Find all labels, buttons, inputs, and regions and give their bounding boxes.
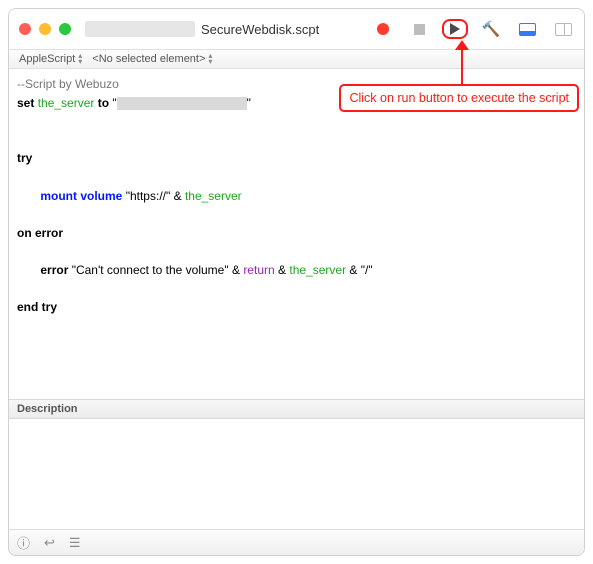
callout-box: Click on run button to execute the scrip… bbox=[339, 84, 579, 112]
str-errmsg: "Can't connect to the volume" bbox=[72, 263, 229, 277]
description-header: Description bbox=[9, 399, 584, 419]
kw-set: set bbox=[17, 96, 34, 110]
kw-onerror: on error bbox=[17, 226, 63, 240]
code-editor[interactable]: --Script by Webuzo set the_server to "" … bbox=[9, 69, 584, 399]
kw-return: return bbox=[243, 263, 274, 277]
maximize-icon[interactable] bbox=[59, 23, 71, 35]
navigation-bar: AppleScript ▴▾ <No selected element> ▴▾ bbox=[9, 49, 584, 69]
run-button-highlight bbox=[442, 19, 468, 39]
title-redacted bbox=[85, 21, 195, 37]
split-icon bbox=[555, 23, 572, 36]
titlebar: SecureWebdisk.scpt 🔨 bbox=[9, 9, 584, 49]
panel-icon bbox=[519, 23, 536, 36]
stop-button[interactable] bbox=[406, 18, 432, 40]
window-title: SecureWebdisk.scpt bbox=[201, 22, 319, 37]
record-button[interactable] bbox=[370, 18, 396, 40]
bottom-panel-button[interactable] bbox=[514, 18, 540, 40]
updown-icon: ▴▾ bbox=[78, 53, 82, 65]
amp4: & bbox=[349, 263, 357, 277]
callout-text: Click on run button to execute the scrip… bbox=[349, 91, 569, 105]
element-selector[interactable]: <No selected element> ▴▾ bbox=[88, 53, 216, 65]
list-icon[interactable]: ☰ bbox=[69, 535, 81, 551]
kw-error: error bbox=[40, 263, 68, 277]
compile-button[interactable]: 🔨 bbox=[478, 18, 504, 40]
amp2: & bbox=[232, 263, 240, 277]
description-body[interactable] bbox=[9, 419, 584, 529]
minimize-icon[interactable] bbox=[39, 23, 51, 35]
var-server3: the_server bbox=[289, 263, 346, 277]
var-server2: the_server bbox=[185, 189, 242, 203]
kw-to: to bbox=[98, 96, 109, 110]
updown-icon: ▴▾ bbox=[208, 53, 212, 65]
toolbar-right: 🔨 bbox=[370, 18, 576, 40]
run-button[interactable] bbox=[450, 23, 460, 35]
amp1: & bbox=[174, 189, 182, 203]
callout-arrow-head-icon bbox=[455, 40, 469, 50]
element-label: <No selected element> bbox=[92, 53, 205, 65]
kw-try: try bbox=[17, 151, 32, 165]
str-slash: "/" bbox=[361, 263, 373, 277]
amp3: & bbox=[278, 263, 286, 277]
footer-bar: ⓘ ↩ ☰ bbox=[9, 529, 584, 555]
kw-endtry: end try bbox=[17, 300, 57, 314]
language-label: AppleScript bbox=[19, 53, 75, 65]
stop-icon bbox=[414, 24, 425, 35]
var-server: the_server bbox=[38, 96, 95, 110]
redacted-server bbox=[117, 97, 247, 110]
accessibility-icon[interactable]: ⓘ bbox=[17, 533, 30, 552]
hammer-icon: 🔨 bbox=[482, 20, 501, 38]
kw-mount: mount volume bbox=[40, 189, 122, 203]
close-icon[interactable] bbox=[19, 23, 31, 35]
language-selector[interactable]: AppleScript ▴▾ bbox=[15, 53, 86, 65]
code-comment: --Script by Webuzo bbox=[17, 77, 119, 91]
play-icon bbox=[450, 23, 460, 35]
side-panel-button[interactable] bbox=[550, 18, 576, 40]
back-icon[interactable]: ↩ bbox=[44, 535, 55, 551]
traffic-lights bbox=[19, 23, 71, 35]
str-https: "https://" bbox=[126, 189, 171, 203]
record-icon bbox=[377, 23, 389, 35]
